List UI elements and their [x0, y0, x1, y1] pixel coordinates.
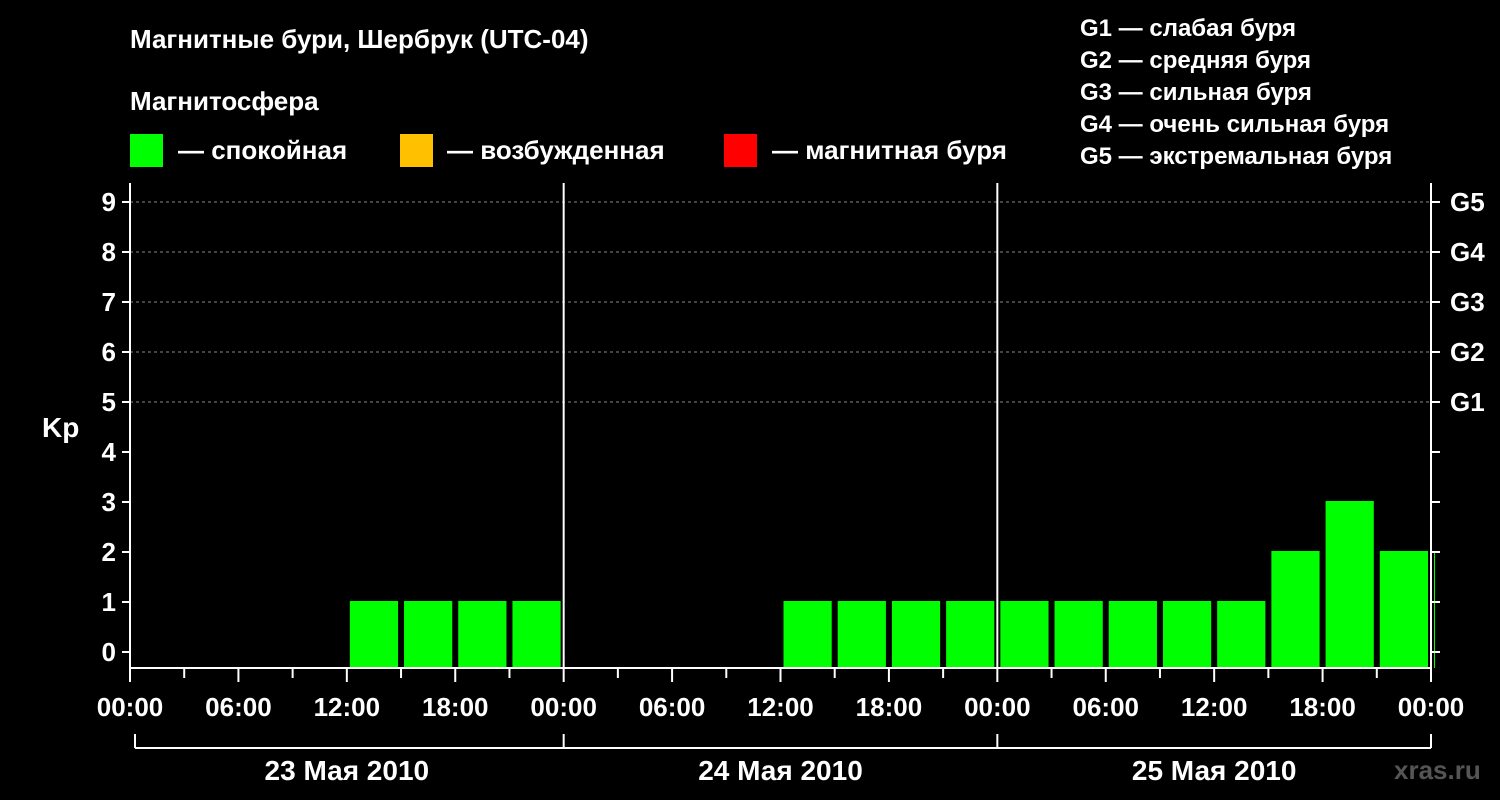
- x-tick-label: 12:00: [314, 692, 381, 722]
- x-tick-label: 06:00: [205, 692, 272, 722]
- kp-bar: [1379, 551, 1428, 668]
- kp-bar: [1000, 601, 1049, 668]
- g-level-label: G5: [1450, 187, 1485, 217]
- x-tick-label: 12:00: [1181, 692, 1248, 722]
- day-label: 25 Мая 2010: [1132, 755, 1297, 786]
- y-tick-label: 2: [102, 537, 116, 567]
- kp-bar: [1434, 551, 1435, 668]
- kp-bar: [1054, 601, 1103, 668]
- y-tick-label: 7: [102, 287, 116, 317]
- x-tick-label: 06:00: [639, 692, 706, 722]
- kp-bar-chart: 0 1 2 3 4 5 6 7 8 9 G1 G2 G3 G4 G5 Kp 00:00 06:00 12:00 18:…: [42, 183, 1485, 786]
- kp-bar: [783, 601, 832, 668]
- x-tick-label: 12:00: [747, 692, 814, 722]
- y-tick-label: 5: [102, 387, 116, 417]
- y-tick-label: 3: [102, 487, 116, 517]
- kp-bar: [1325, 501, 1374, 668]
- kp-bar: [946, 601, 995, 668]
- y-tick-label: 4: [102, 437, 117, 467]
- kp-bar: [891, 601, 941, 668]
- kp-bar: [1217, 601, 1266, 668]
- g-level-label: G2: [1450, 337, 1485, 367]
- watermark: xras.ru: [1394, 755, 1481, 785]
- y-tick-label: 9: [102, 187, 116, 217]
- kp-bar: [1271, 551, 1320, 668]
- kp-bar: [349, 601, 399, 668]
- y-tick-label: 6: [102, 337, 116, 367]
- day-label: 24 Мая 2010: [698, 755, 863, 786]
- x-tick-label: 18:00: [1289, 692, 1356, 722]
- y-tick-label: 8: [102, 237, 116, 267]
- x-tick-label: 06:00: [1073, 692, 1140, 722]
- kp-bar: [1162, 601, 1212, 668]
- kp-bar: [837, 601, 886, 668]
- x-tick-label: 00:00: [97, 692, 164, 722]
- x-tick-label: 00:00: [964, 692, 1031, 722]
- x-tick-label: 18:00: [856, 692, 923, 722]
- kp-bar: [512, 601, 561, 668]
- x-tick-label: 18:00: [422, 692, 489, 722]
- kp-bar: [404, 601, 453, 668]
- y-tick-label: 1: [102, 587, 116, 617]
- x-tick-label: 00:00: [1398, 692, 1465, 722]
- g-level-label: G1: [1450, 387, 1485, 417]
- g-level-label: G3: [1450, 287, 1485, 317]
- y-tick-label: 0: [102, 637, 116, 667]
- y-axis-label: Kp: [42, 412, 79, 443]
- x-tick-label: 00:00: [530, 692, 597, 722]
- kp-bar: [458, 601, 507, 668]
- kp-bar: [1108, 601, 1157, 668]
- g-level-label: G4: [1450, 237, 1485, 267]
- day-label: 23 Мая 2010: [265, 755, 430, 786]
